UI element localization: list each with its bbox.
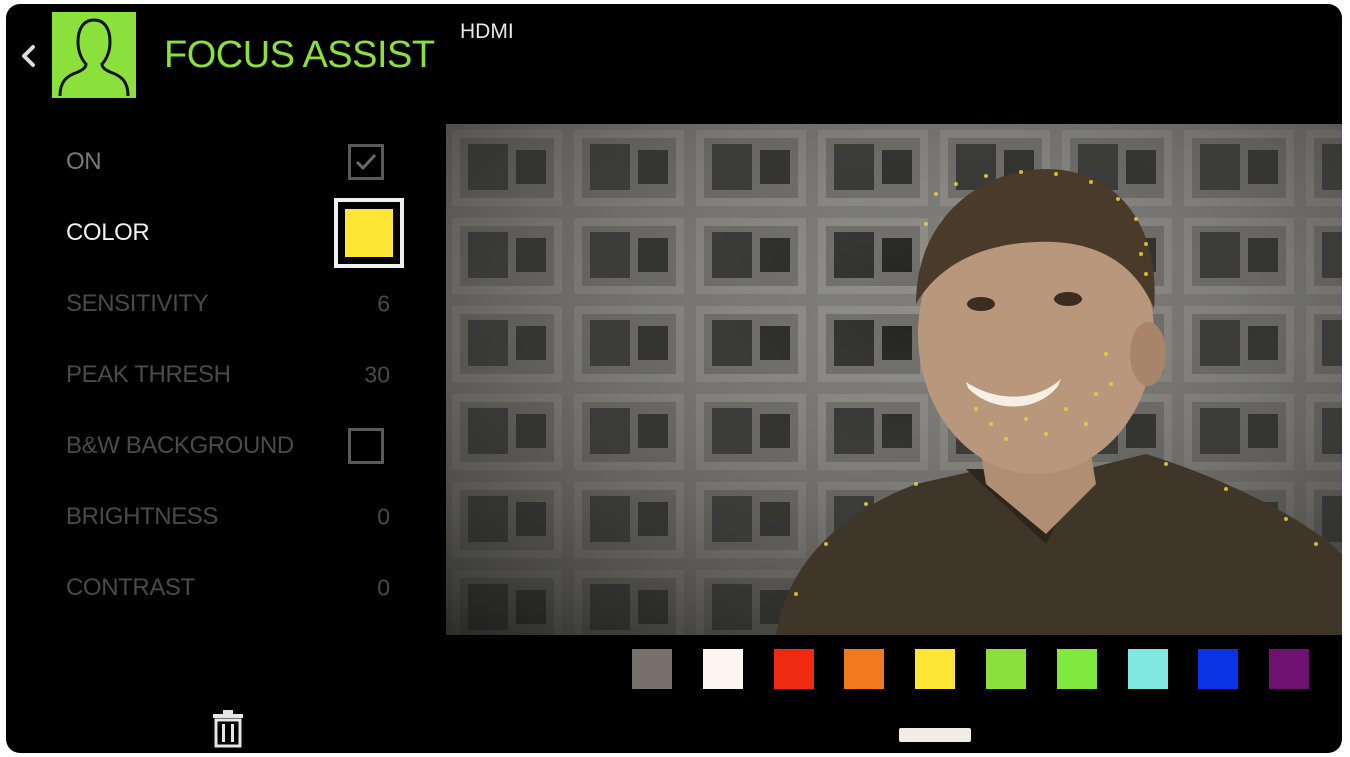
back-button[interactable] bbox=[20, 38, 38, 74]
menu-item-label: CONTRAST bbox=[66, 574, 195, 601]
checkmark-icon bbox=[355, 153, 377, 171]
chevron-left-icon bbox=[22, 45, 35, 67]
menu-item-label: BRIGHTNESS bbox=[66, 503, 219, 530]
sensitivity-value: 6 bbox=[377, 290, 390, 317]
palette-swatch[interactable] bbox=[702, 649, 743, 689]
trash-icon bbox=[213, 710, 243, 748]
menu-item-sensitivity[interactable]: SENSITIVITY 6 bbox=[6, 274, 416, 334]
bw-background-checkbox[interactable] bbox=[348, 428, 384, 464]
palette-scroll-indicator[interactable] bbox=[899, 728, 971, 742]
on-checkbox[interactable] bbox=[348, 144, 384, 180]
palette-swatch[interactable] bbox=[773, 649, 814, 689]
menu-item-bw-background[interactable]: B&W BACKGROUND bbox=[6, 416, 416, 476]
monitor-screen: FOCUS ASSIST HDMI ON COLOR SENSITIVITY 6… bbox=[6, 4, 1342, 753]
palette-swatch[interactable] bbox=[844, 649, 885, 689]
menu-item-label: ON bbox=[66, 148, 102, 175]
source-label: HDMI bbox=[460, 20, 514, 43]
menu-item-peak-thresh[interactable]: PEAK THRESH 30 bbox=[6, 345, 416, 405]
video-preview bbox=[446, 124, 1342, 635]
palette-swatch[interactable] bbox=[1198, 649, 1239, 689]
menu-item-brightness[interactable]: BRIGHTNESS 0 bbox=[6, 487, 416, 547]
page-title: FOCUS ASSIST bbox=[164, 34, 435, 76]
selected-color-swatch bbox=[345, 209, 393, 257]
person-silhouette-icon bbox=[52, 12, 136, 98]
palette-swatch[interactable] bbox=[1269, 649, 1310, 689]
palette-swatch[interactable] bbox=[986, 649, 1026, 689]
menu-item-label: PEAK THRESH bbox=[66, 361, 231, 388]
brightness-value: 0 bbox=[377, 503, 390, 530]
menu-item-label: SENSITIVITY bbox=[66, 290, 209, 317]
palette-swatch[interactable] bbox=[1127, 649, 1168, 689]
menu-item-contrast[interactable]: CONTRAST 0 bbox=[6, 558, 416, 618]
menu-item-label: B&W BACKGROUND bbox=[66, 432, 294, 459]
video-preview-image bbox=[446, 124, 1342, 635]
palette-swatch[interactable] bbox=[632, 649, 672, 689]
menu-item-on[interactable]: ON bbox=[6, 132, 416, 192]
palette-swatch[interactable] bbox=[915, 649, 956, 689]
color-value-box[interactable] bbox=[334, 198, 404, 268]
contrast-value: 0 bbox=[377, 574, 390, 601]
menu-item-color[interactable]: COLOR bbox=[6, 198, 416, 268]
menu-item-label: COLOR bbox=[66, 219, 150, 246]
peak-thresh-value: 30 bbox=[364, 361, 390, 388]
palette-swatch[interactable] bbox=[1056, 649, 1097, 689]
color-palette bbox=[6, 649, 1342, 693]
delete-button[interactable] bbox=[211, 708, 245, 748]
